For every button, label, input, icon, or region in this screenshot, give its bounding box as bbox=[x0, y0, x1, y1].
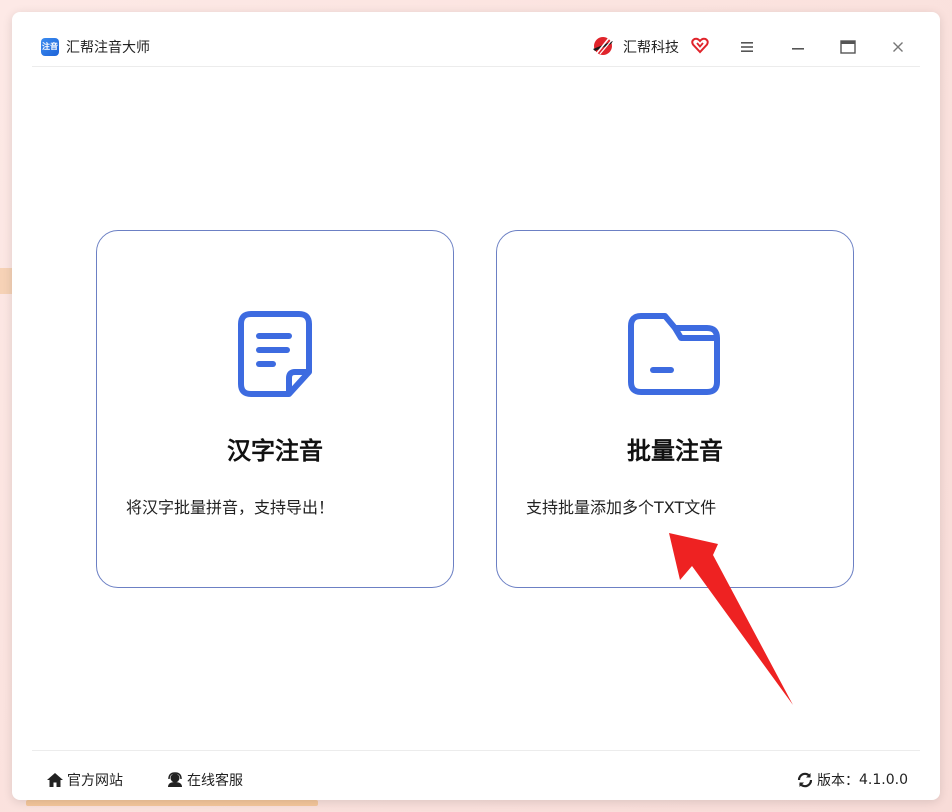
maximize-icon bbox=[840, 40, 856, 54]
menu-button[interactable] bbox=[734, 34, 760, 60]
close-icon bbox=[893, 42, 903, 52]
online-service-label: 在线客服 bbox=[187, 773, 243, 789]
official-website-link[interactable]: 官方网站 bbox=[46, 770, 123, 790]
vip-heart-icon[interactable] bbox=[691, 36, 709, 54]
background-taskbar-bar bbox=[26, 800, 318, 806]
app-logo-icon: 注音 bbox=[41, 38, 59, 56]
maximize-button[interactable] bbox=[835, 34, 861, 60]
official-website-label: 官方网站 bbox=[67, 773, 123, 789]
card-description: 将汉字批量拼音，支持导出！ bbox=[126, 498, 335, 517]
app-title: 汇帮注音大师 bbox=[66, 40, 150, 56]
hamburger-icon bbox=[741, 42, 753, 52]
card-batch-pinyin[interactable]: 批量注音 支持批量添加多个TXT文件 bbox=[496, 230, 854, 588]
home-icon bbox=[47, 773, 63, 787]
title-divider bbox=[32, 66, 920, 67]
close-button[interactable] bbox=[885, 34, 911, 60]
card-title: 汉字注音 bbox=[227, 437, 323, 465]
card-description: 支持批量添加多个TXT文件 bbox=[526, 498, 717, 517]
customer-service-icon bbox=[168, 772, 182, 787]
brand-name: 汇帮科技 bbox=[623, 40, 679, 56]
footer-divider bbox=[32, 750, 920, 751]
footer-bar: 官方网站 在线客服 版本： 4.1.0.0 bbox=[12, 750, 940, 800]
folder-icon bbox=[628, 313, 720, 395]
main-window: 注音 汇帮注音大师 汇帮科技 汉字注音 将汉字批量拼音，支持导出！ 批量注音 支… bbox=[12, 12, 940, 800]
document-icon bbox=[238, 311, 312, 397]
card-title: 批量注音 bbox=[627, 437, 723, 465]
card-chinese-pinyin[interactable]: 汉字注音 将汉字批量拼音，支持导出！ bbox=[96, 230, 454, 588]
online-service-link[interactable]: 在线客服 bbox=[166, 770, 243, 790]
brand-logo-icon bbox=[593, 37, 613, 55]
version-label: 版本： bbox=[817, 773, 859, 789]
minimize-button[interactable] bbox=[785, 34, 811, 60]
version-info: 版本： 4.1.0.0 bbox=[796, 770, 908, 790]
refresh-icon[interactable] bbox=[796, 771, 814, 789]
version-value: 4.1.0.0 bbox=[859, 772, 908, 788]
title-bar: 注音 汇帮注音大师 汇帮科技 bbox=[12, 12, 940, 68]
minimize-icon bbox=[792, 48, 804, 50]
